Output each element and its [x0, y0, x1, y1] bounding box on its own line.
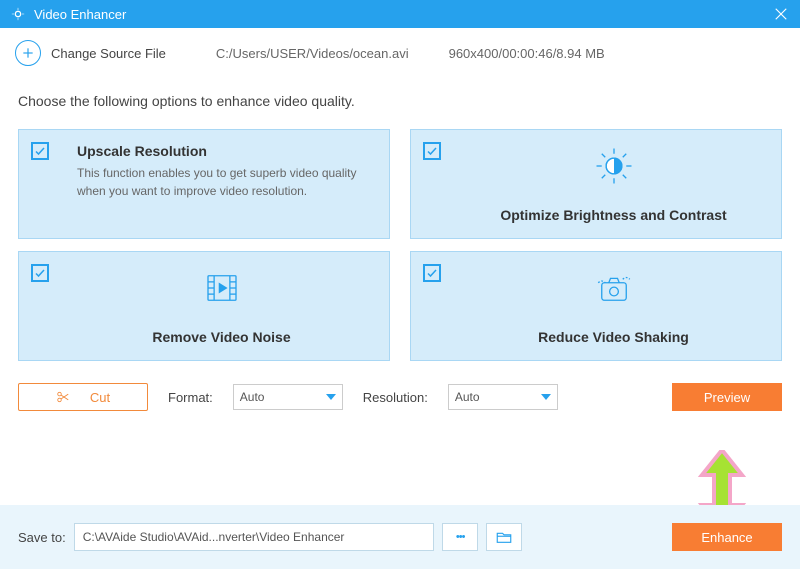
change-source-label[interactable]: Change Source File: [51, 46, 166, 61]
open-folder-button[interactable]: [486, 523, 522, 551]
file-info: 960x400/00:00:46/8.94 MB: [449, 46, 605, 61]
option-brightness[interactable]: Optimize Brightness and Contrast: [410, 129, 782, 239]
browse-button[interactable]: • • •: [442, 523, 478, 551]
resolution-value: Auto: [455, 390, 480, 404]
option-shaking[interactable]: Reduce Video Shaking: [410, 251, 782, 361]
checkbox-brightness[interactable]: [423, 142, 441, 160]
checkbox-noise[interactable]: [31, 264, 49, 282]
save-footer: Save to: • • • Enhance: [0, 505, 800, 569]
resolution-label: Resolution:: [363, 390, 428, 405]
cut-button[interactable]: Cut: [18, 383, 148, 411]
app-title: Video Enhancer: [34, 7, 126, 22]
option-shaking-title: Reduce Video Shaking: [538, 329, 689, 345]
format-value: Auto: [240, 390, 265, 404]
film-icon: [201, 267, 243, 314]
option-brightness-title: Optimize Brightness and Contrast: [500, 207, 726, 223]
instruction-text: Choose the following options to enhance …: [18, 93, 782, 109]
format-select[interactable]: Auto: [233, 384, 343, 410]
camera-icon: [593, 267, 635, 314]
file-path: C:/Users/USER/Videos/ocean.avi: [216, 46, 409, 61]
option-noise-title: Remove Video Noise: [152, 329, 290, 345]
save-path-input[interactable]: [74, 523, 434, 551]
add-file-icon[interactable]: [15, 40, 41, 66]
preview-button[interactable]: Preview: [672, 383, 782, 411]
checkbox-upscale[interactable]: [31, 142, 49, 160]
scissors-icon: [56, 390, 70, 404]
close-icon[interactable]: [772, 5, 790, 23]
save-to-label: Save to:: [18, 530, 66, 545]
option-upscale-title: Upscale Resolution: [77, 143, 207, 159]
source-bar: Change Source File C:/Users/USER/Videos/…: [0, 28, 800, 78]
resolution-select[interactable]: Auto: [448, 384, 558, 410]
chevron-down-icon: [326, 392, 336, 402]
enhance-button[interactable]: Enhance: [672, 523, 782, 551]
option-upscale-desc: This function enables you to get superb …: [77, 164, 374, 200]
app-icon: [10, 6, 26, 22]
dots-icon: • • •: [456, 531, 464, 543]
checkbox-shaking[interactable]: [423, 264, 441, 282]
cut-label: Cut: [90, 390, 110, 405]
option-noise[interactable]: Remove Video Noise: [18, 251, 390, 361]
format-label: Format:: [168, 390, 213, 405]
chevron-down-icon: [541, 392, 551, 402]
option-upscale[interactable]: Upscale Resolution This function enables…: [18, 129, 390, 239]
titlebar: Video Enhancer: [0, 0, 800, 28]
folder-icon: [495, 528, 513, 546]
brightness-icon: [593, 145, 635, 192]
